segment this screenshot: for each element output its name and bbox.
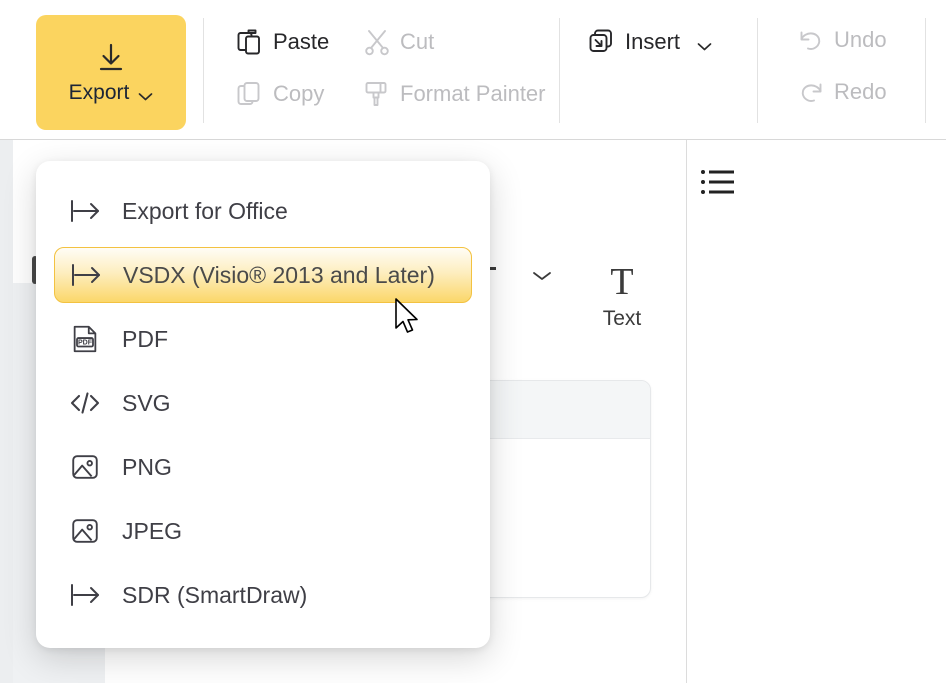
text-tool-label: Text <box>602 307 642 330</box>
menu-item-jpeg[interactable]: JPEG <box>54 503 472 559</box>
pdf-file-icon: PDF <box>68 322 102 356</box>
chevron-down-icon[interactable] <box>532 269 552 281</box>
toolbar-divider-3 <box>757 18 758 123</box>
menu-item-svg[interactable]: SVG <box>54 375 472 431</box>
text-tool-glyph: T <box>610 261 634 303</box>
menu-item-pdf[interactable]: PDF PDF <box>54 311 472 367</box>
paste-button[interactable]: Paste <box>236 28 329 56</box>
code-brackets-icon <box>68 386 102 420</box>
scissors-icon <box>363 28 391 56</box>
menu-item-label: PNG <box>122 453 172 480</box>
insert-label: Insert <box>625 29 681 54</box>
menu-item-label: Export for Office <box>122 197 288 224</box>
menu-item-label: SDR (SmartDraw) <box>122 581 308 608</box>
toolbar-divider-2 <box>559 18 560 123</box>
left-rail <box>0 140 13 683</box>
export-dropdown-menu: Export for Office VSDX (Visio® 2013 and … <box>36 161 490 648</box>
paste-label: Paste <box>273 29 330 54</box>
menu-item-label: SVG <box>122 389 171 416</box>
redo-icon <box>797 78 825 106</box>
undo-label: Undo <box>834 27 887 52</box>
top-toolbar: Export Paste Copy Cut Format Painter Ins… <box>0 0 946 140</box>
insert-button[interactable]: Insert <box>588 28 712 56</box>
menu-item-png[interactable]: PNG <box>54 439 472 495</box>
copy-label: Copy <box>273 81 325 106</box>
menu-item-export-for-office[interactable]: Export for Office <box>54 183 472 239</box>
export-arrow-icon <box>68 578 102 612</box>
image-icon <box>68 450 102 484</box>
toolbar-divider-1 <box>203 18 204 123</box>
chevron-down-icon <box>138 88 153 101</box>
undo-button[interactable]: Undo <box>797 26 887 54</box>
menu-item-sdr[interactable]: SDR (SmartDraw) <box>54 567 472 623</box>
cut-label: Cut <box>400 29 435 54</box>
list-view-icon[interactable] <box>700 165 736 199</box>
copy-button[interactable]: Copy <box>236 80 324 108</box>
export-arrow-icon <box>69 258 103 292</box>
text-tool[interactable]: T Text <box>577 261 667 331</box>
export-button-label: Export <box>68 80 130 104</box>
copy-icon <box>236 80 264 108</box>
app-window: e T Text Page 1 Expo <box>0 0 946 683</box>
menu-item-label: JPEG <box>122 517 183 544</box>
menu-item-label: PDF <box>122 325 168 352</box>
svg-text:PDF: PDF <box>78 340 93 347</box>
format-painter-icon <box>363 80 391 108</box>
download-icon <box>94 41 128 75</box>
paste-icon <box>236 28 264 56</box>
undo-icon <box>797 26 825 54</box>
menu-item-vsdx[interactable]: VSDX (Visio® 2013 and Later) <box>54 247 472 303</box>
cut-button[interactable]: Cut <box>363 28 434 56</box>
redo-label: Redo <box>834 79 887 104</box>
format-painter-label: Format Painter <box>400 81 546 106</box>
redo-button[interactable]: Redo <box>797 78 887 106</box>
toolbar-divider-4 <box>925 18 926 123</box>
insert-icon <box>588 28 616 56</box>
export-arrow-icon <box>68 194 102 228</box>
format-painter-button[interactable]: Format Painter <box>363 80 546 108</box>
menu-item-label: VSDX (Visio® 2013 and Later) <box>123 261 435 288</box>
chevron-down-icon <box>697 38 712 50</box>
image-icon <box>68 514 102 548</box>
export-button[interactable]: Export <box>36 15 186 130</box>
page-tabs-bar: Page 1 <box>687 140 946 683</box>
